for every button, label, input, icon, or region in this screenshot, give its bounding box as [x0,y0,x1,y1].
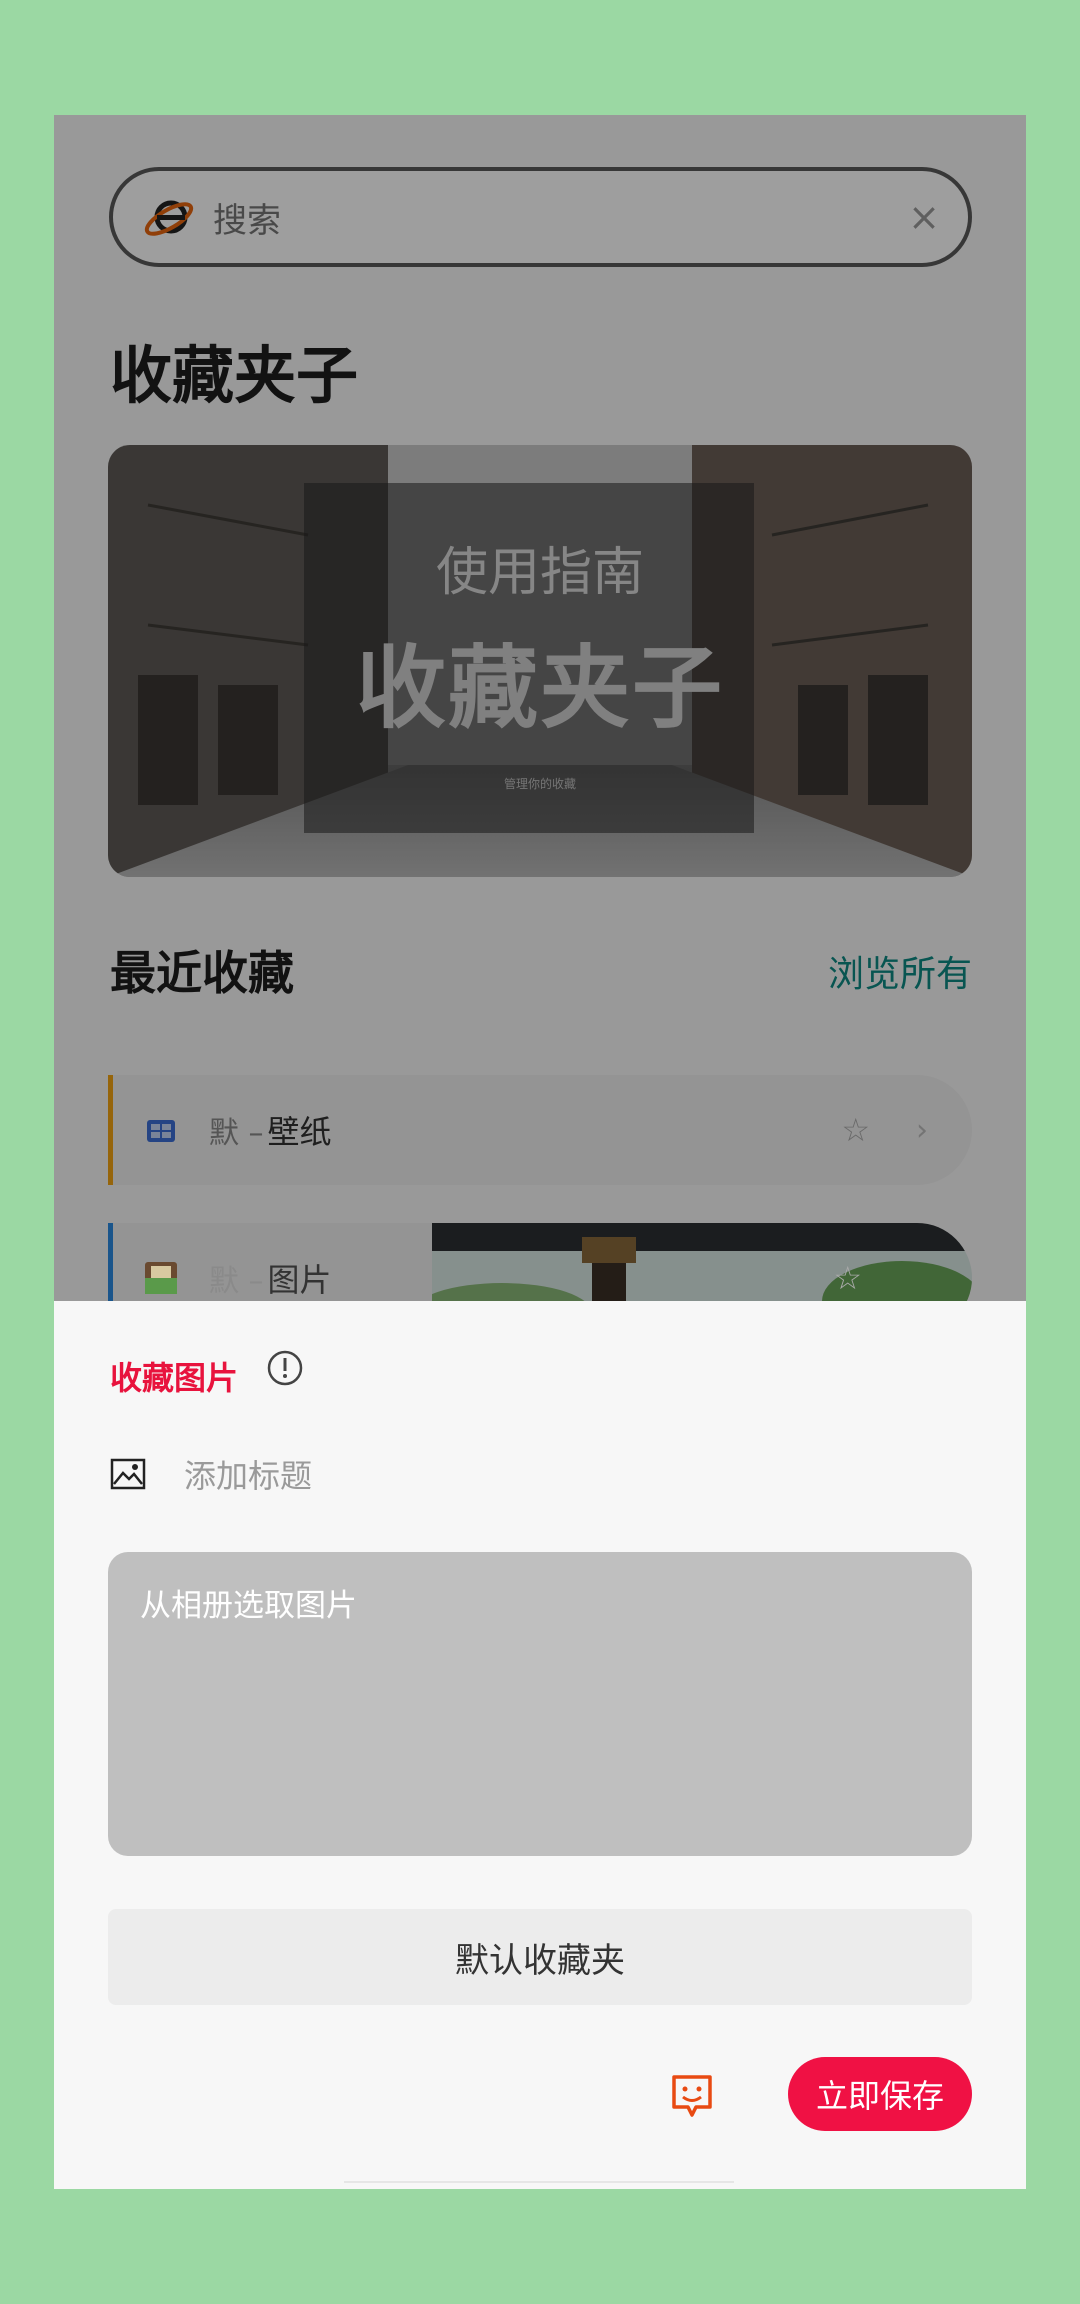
banner-title: 收藏夹子 [356,636,724,741]
search-bar[interactable]: 搜索 × [109,167,972,267]
add-title-row[interactable]: 添加标题 [110,1451,312,1497]
pick-from-album[interactable]: 从相册选取图片 [108,1552,972,1856]
item-label: 壁纸 [267,1113,332,1151]
save-button[interactable]: 立即保存 [788,2057,972,2131]
guide-banner[interactable]: 使用指南 收藏夹子 管理你的收藏 [108,445,972,877]
feedback-face-icon[interactable] [670,2073,714,2121]
sheet-title: 收藏图片 [110,1359,239,1397]
save-picture-sheet: 收藏图片 添加标题 从相册选取图片 默认收藏夹 立即保存 [54,1301,1026,2189]
title-input[interactable]: 添加标题 [184,1451,312,1497]
page-title: 收藏夹子 [110,339,359,412]
folder-select-button[interactable]: 默认收藏夹 [108,1909,972,2005]
star-icon[interactable]: ☆ [833,1259,862,1297]
recent-item-wallpaper[interactable]: 默 – 壁纸 ☆ › [108,1075,972,1185]
app-screen: 搜索 × 收藏夹子 使用指南 收藏夹子 管理你的收藏 最近收藏 浏览所有 默 –… [54,115,1026,2189]
home-indicator [344,2181,734,2183]
app-logo-icon [144,200,194,236]
recent-title: 最近收藏 [110,946,294,1000]
picture-thumb-icon [145,1262,177,1294]
pick-hint: 从相册选取图片 [140,1588,357,1624]
banner-caption: 管理你的收藏 [503,777,576,791]
item-label: 图片 [267,1261,332,1299]
banner-subtitle: 使用指南 [435,543,644,603]
clear-icon[interactable]: × [908,195,940,239]
chevron-right-icon: › [916,1112,928,1148]
search-input[interactable]: 搜索 [213,193,908,242]
item-prefix: 默 – [209,1116,264,1151]
browse-all-link[interactable]: 浏览所有 [828,945,972,997]
star-icon[interactable]: ☆ [841,1111,870,1149]
image-icon [110,1458,146,1490]
info-icon[interactable] [266,1349,304,1387]
item-prefix: 默 – [209,1264,264,1299]
wallpaper-thumb-icon [147,1120,175,1142]
